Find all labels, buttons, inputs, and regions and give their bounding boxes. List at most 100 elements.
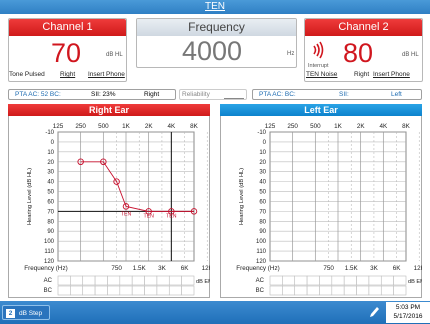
y-tick-label: 40	[259, 180, 266, 186]
right-pta: PTA AC: 52 BC:	[15, 91, 61, 98]
y-tick-label: 10	[259, 150, 266, 156]
left-ear-label: Left	[391, 91, 402, 98]
y-tick-label: 80	[259, 219, 266, 225]
channel1-level: 70	[51, 38, 82, 68]
bc-row-label: BC	[256, 288, 265, 294]
y-tick-label: 60	[259, 199, 266, 205]
channel2-unit: dB HL	[402, 52, 419, 58]
channel2-transducer[interactable]: Insert Phone	[373, 71, 410, 78]
channel2-header: Channel 2	[305, 19, 422, 36]
interrupt-label[interactable]: Interrupt	[308, 63, 328, 69]
x-top-tick-label: 2K	[145, 123, 154, 130]
channel2-level: 80	[343, 38, 374, 68]
ten-annotation: TEN	[143, 213, 154, 219]
x-bottom-tick-label: 750	[111, 265, 122, 272]
masking-cell	[356, 275, 370, 286]
masking-cell	[57, 275, 71, 286]
db-step-button[interactable]: 2 dB Step	[2, 305, 50, 320]
x-bottom-tick-label: 6K	[393, 265, 402, 272]
masking-cell	[368, 275, 382, 286]
x-bottom-tick-label: 3K	[158, 265, 167, 272]
x-top-tick-label: 1K	[334, 123, 343, 130]
y-tick-label: 50	[47, 190, 54, 196]
channel2-stimulus[interactable]: TEN Noise	[306, 71, 337, 78]
clock-time: 5:03 PM	[395, 304, 421, 311]
y-tick-label: 60	[47, 199, 54, 205]
y-axis-label: Hearing Level (dB HL)	[239, 168, 245, 225]
masking-cell	[156, 275, 170, 286]
channel1-ear[interactable]: Right	[60, 71, 75, 78]
y-tick-label: 100	[44, 239, 55, 245]
x-bottom-tick-label: 12K	[414, 265, 422, 272]
db-step-label: dB Step	[19, 310, 43, 317]
em-label: dB EM	[408, 279, 422, 285]
masking-cell	[306, 275, 320, 286]
clock-date: 5/17/2016	[393, 313, 423, 320]
left-audiogram[interactable]: -100102030405060708090100110120125 250 500…	[220, 116, 422, 298]
masking-cell	[306, 285, 320, 296]
x-axis-label: Frequency (Hz)	[24, 265, 67, 272]
masking-cell	[119, 285, 133, 296]
app-title[interactable]: TEN	[205, 1, 225, 12]
frequency-header: Frequency	[137, 19, 296, 36]
masking-cell	[144, 285, 158, 296]
masking-cell	[368, 285, 382, 296]
y-tick-label: 40	[47, 180, 54, 186]
x-top-tick-label: 4K	[379, 123, 388, 130]
x-top-tick-label: 250	[287, 123, 298, 130]
masking-cell	[393, 285, 407, 296]
reliability-field[interactable]: Reliability	[179, 89, 247, 100]
x-bottom-tick-label: 3K	[370, 265, 379, 272]
masking-cell	[181, 275, 195, 286]
channel1-stimulus[interactable]: Tone Pulsed	[9, 71, 45, 78]
y-tick-label: 70	[47, 209, 54, 215]
x-top-tick-label: 4K	[167, 123, 176, 130]
masking-cell	[343, 275, 357, 286]
masking-cell	[393, 275, 407, 286]
right-info-bar: PTA AC: 52 BC: SII: 23% Right	[8, 89, 176, 100]
masking-cell	[331, 285, 345, 296]
x-top-tick-label: 1K	[122, 123, 131, 130]
pencil-icon[interactable]	[368, 305, 380, 319]
masking-cell	[144, 275, 158, 286]
masking-cell	[94, 285, 108, 296]
masking-cell	[181, 285, 195, 296]
right-audiogram[interactable]: -100102030405060708090100110120125 250 500…	[8, 116, 210, 298]
x-top-tick-label: 2K	[357, 123, 366, 130]
reliability-label: Reliability	[182, 91, 210, 98]
masking-cell	[269, 275, 283, 286]
x-top-tick-label: 500	[310, 123, 321, 130]
title-bar: TEN	[0, 0, 430, 14]
masking-cell	[156, 285, 170, 296]
left-ear-title: Left Ear	[220, 104, 422, 116]
frequency-unit: Hz	[287, 51, 295, 57]
y-tick-label: 50	[259, 190, 266, 196]
ten-annotation: TEN	[166, 213, 177, 219]
masking-cell	[131, 275, 145, 286]
em-label: dB EM	[196, 279, 210, 285]
clock-panel: 5:03 PM 5/17/2016	[386, 302, 430, 323]
ac-row-label: AC	[256, 278, 265, 284]
y-tick-label: -10	[45, 130, 54, 136]
y-tick-label: 20	[47, 160, 54, 166]
y-tick-label: 110	[256, 249, 266, 255]
ten-annotation: TEN	[121, 211, 132, 217]
masking-cell	[282, 275, 296, 286]
x-bottom-tick-label: 6K	[181, 265, 190, 272]
masking-cell	[70, 285, 84, 296]
channel2-ear[interactable]: Right	[354, 71, 369, 78]
ac-row-label: AC	[44, 278, 53, 284]
masking-cell	[331, 275, 345, 286]
masking-cell	[380, 275, 394, 286]
y-tick-label: 30	[259, 170, 266, 176]
x-bottom-tick-label: 1.5K	[133, 265, 147, 272]
right-sii: SII: 23%	[91, 91, 116, 98]
bottom-bar	[0, 301, 430, 324]
y-tick-label: 0	[51, 140, 55, 146]
channel1-transducer[interactable]: Insert Phone	[88, 71, 125, 78]
left-pta: PTA AC: BC:	[259, 91, 296, 98]
masking-cell	[82, 285, 96, 296]
masking-cell	[131, 285, 145, 296]
frequency-panel[interactable]: Frequency 4000 Hz	[136, 18, 297, 68]
y-tick-label: -10	[257, 130, 266, 136]
